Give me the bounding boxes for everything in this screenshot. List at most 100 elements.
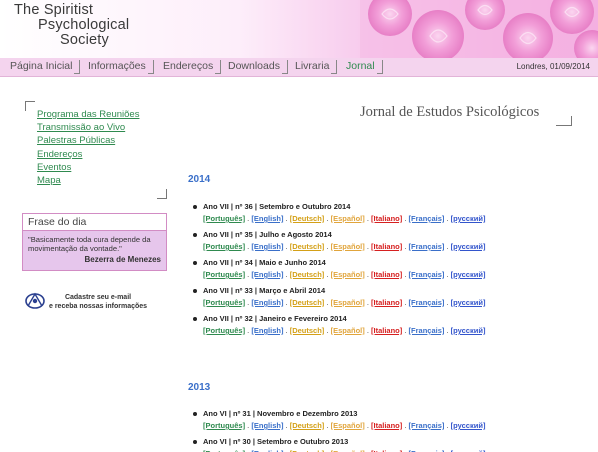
- bullet-icon: [193, 439, 197, 444]
- language-link-italiano[interactable]: [Italiano]: [371, 270, 402, 279]
- issue-title-text: Ano VI | nº 31 | Novembro e Dezembro 201…: [203, 409, 358, 418]
- language-link-espanol[interactable]: [Español]: [331, 214, 365, 223]
- site-title-line-2: Psychological: [38, 17, 130, 33]
- left-nav-link-transmissao[interactable]: Transmissão ao Vivo: [37, 122, 125, 133]
- left-nav-item: Mapa: [37, 174, 139, 187]
- bullet-icon: [193, 288, 197, 293]
- language-link-portugues[interactable]: [Português]: [203, 326, 245, 335]
- language-link-portugues[interactable]: [Português]: [203, 421, 245, 430]
- language-link-francais[interactable]: [Français]: [409, 326, 445, 335]
- site-title[interactable]: The Spiritist Psychological Society: [14, 3, 129, 48]
- left-nav-link-palestras[interactable]: Palestras Públicas: [37, 135, 115, 146]
- issue-title: Ano VI | nº 30 | Setembro e Outubro 2013: [193, 437, 573, 446]
- language-link-portugues[interactable]: [Português]: [203, 214, 245, 223]
- newsletter-logo-icon: [25, 292, 45, 309]
- left-nav-link-enderecos[interactable]: Endereços: [37, 149, 82, 160]
- language-link-deutsch[interactable]: [Deutsch]: [290, 214, 325, 223]
- left-nav-item: Palestras Públicas: [37, 134, 139, 147]
- language-link-russian[interactable]: [русский]: [451, 214, 486, 223]
- nav-separator: [376, 60, 383, 74]
- language-link-espanol[interactable]: [Español]: [331, 326, 365, 335]
- language-link-francais[interactable]: [Français]: [409, 270, 445, 279]
- issue-item: Ano VI | nº 30 | Setembro e Outubro 2013…: [193, 437, 573, 452]
- language-link-deutsch[interactable]: [Deutsch]: [290, 270, 325, 279]
- language-link-espanol[interactable]: [Español]: [331, 298, 365, 307]
- language-link-espanol[interactable]: [Español]: [331, 242, 365, 251]
- language-links: [Português] . [English] . [Deutsch] . [E…: [203, 326, 573, 335]
- nav-item-pagina-inicial[interactable]: Página Inicial: [10, 60, 81, 74]
- language-link-espanol[interactable]: [Español]: [331, 270, 365, 279]
- issue-title: Ano VII | nº 35 | Julho e Agosto 2014: [193, 230, 573, 239]
- issue-title: Ano VII | nº 34 | Maio e Junho 2014: [193, 258, 573, 267]
- language-link-russian[interactable]: [русский]: [451, 298, 486, 307]
- left-nav-link-eventos[interactable]: Eventos: [37, 162, 71, 173]
- language-link-francais[interactable]: [Français]: [409, 214, 445, 223]
- language-link-portugues[interactable]: [Português]: [203, 270, 245, 279]
- language-link-portugues[interactable]: [Português]: [203, 242, 245, 251]
- newsletter-text: Cadastre seu e-mail e receba nossas info…: [49, 294, 147, 311]
- language-link-italiano[interactable]: [Italiano]: [371, 326, 402, 335]
- year-heading-2014: 2014: [188, 174, 211, 185]
- bullet-icon: [193, 204, 197, 209]
- main-nav-bar: Página Inicial Informações Endereços Dow…: [0, 58, 598, 77]
- language-links: [Português] . [English] . [Deutsch] . [E…: [203, 270, 573, 279]
- page-title: Jornal de Estudos Psicológicos: [360, 104, 540, 120]
- nav-item-downloads[interactable]: Downloads: [228, 60, 288, 74]
- language-link-deutsch[interactable]: [Deutsch]: [290, 298, 325, 307]
- nav-item-livraria[interactable]: Livraria: [295, 60, 338, 74]
- language-link-italiano[interactable]: [Italiano]: [371, 421, 402, 430]
- language-link-deutsch[interactable]: [Deutsch]: [290, 326, 325, 335]
- left-nav-list: Programa das Reuniões Transmissão ao Viv…: [37, 108, 139, 187]
- nav-separator: [331, 60, 338, 74]
- language-link-francais[interactable]: [Français]: [409, 242, 445, 251]
- nav-label: Downloads: [228, 60, 280, 72]
- language-link-english[interactable]: [English]: [251, 298, 283, 307]
- language-link-russian[interactable]: [русский]: [451, 270, 486, 279]
- site-title-line-1: The Spiritist: [14, 2, 94, 18]
- language-link-deutsch[interactable]: [Deutsch]: [290, 421, 325, 430]
- bullet-icon: [193, 260, 197, 265]
- quote-author: Bezerra de Menezes: [84, 255, 161, 264]
- language-link-francais[interactable]: [Français]: [409, 421, 445, 430]
- nav-label: Informações: [88, 60, 146, 72]
- language-link-portugues[interactable]: [Português]: [203, 298, 245, 307]
- nav-separator: [215, 60, 222, 74]
- language-link-russian[interactable]: [русский]: [451, 242, 486, 251]
- newsletter-line-1: Cadastre seu e-mail: [64, 294, 132, 301]
- language-link-italiano[interactable]: [Italiano]: [371, 214, 402, 223]
- current-date: Londres, 01/09/2014: [516, 62, 590, 71]
- issue-item: Ano VII | nº 33 | Março e Abril 2014 [Por…: [193, 286, 573, 307]
- left-nav-item: Programa das Reuniões: [37, 108, 139, 121]
- language-link-english[interactable]: [English]: [251, 270, 283, 279]
- newsletter-signup[interactable]: Cadastre seu e-mail e receba nossas info…: [22, 290, 172, 314]
- language-link-francais[interactable]: [Français]: [409, 298, 445, 307]
- issue-title: Ano VII | nº 36 | Setembro e Outubro 201…: [193, 202, 573, 211]
- language-links: [Português] . [English] . [Deutsch] . [E…: [203, 298, 573, 307]
- issue-item: Ano VII | nº 32 | Janeiro e Fevereiro 20…: [193, 314, 573, 335]
- quote-heading: Frase do dia: [23, 214, 166, 231]
- corner-decoration: [157, 189, 167, 199]
- nav-item-enderecos[interactable]: Endereços: [163, 60, 222, 74]
- quote-body: "Basicamente toda cura depende da movime…: [23, 231, 166, 270]
- language-link-english[interactable]: [English]: [251, 421, 283, 430]
- issue-title-text: Ano VII | nº 35 | Julho e Agosto 2014: [203, 230, 332, 239]
- bullet-icon: [193, 232, 197, 237]
- site-header: The Spiritist Psychological Society: [0, 0, 598, 59]
- language-link-italiano[interactable]: [Italiano]: [371, 242, 402, 251]
- language-link-italiano[interactable]: [Italiano]: [371, 298, 402, 307]
- language-link-deutsch[interactable]: [Deutsch]: [290, 242, 325, 251]
- language-link-russian[interactable]: [русский]: [451, 326, 486, 335]
- left-nav-link-mapa[interactable]: Mapa: [37, 175, 61, 186]
- language-link-russian[interactable]: [русский]: [451, 421, 486, 430]
- language-link-espanol[interactable]: [Español]: [331, 421, 365, 430]
- roses-banner-image: [360, 0, 598, 59]
- left-nav-link-programa[interactable]: Programa das Reuniões: [37, 109, 139, 120]
- nav-item-informacoes[interactable]: Informações: [88, 60, 154, 74]
- left-nav-item: Eventos: [37, 161, 139, 174]
- issue-item: Ano VII | nº 35 | Julho e Agosto 2014 [Po…: [193, 230, 573, 251]
- bullet-icon: [193, 316, 197, 321]
- language-link-english[interactable]: [English]: [251, 214, 283, 223]
- nav-item-jornal[interactable]: Jornal: [346, 60, 383, 74]
- language-link-english[interactable]: [English]: [251, 242, 283, 251]
- language-link-english[interactable]: [English]: [251, 326, 283, 335]
